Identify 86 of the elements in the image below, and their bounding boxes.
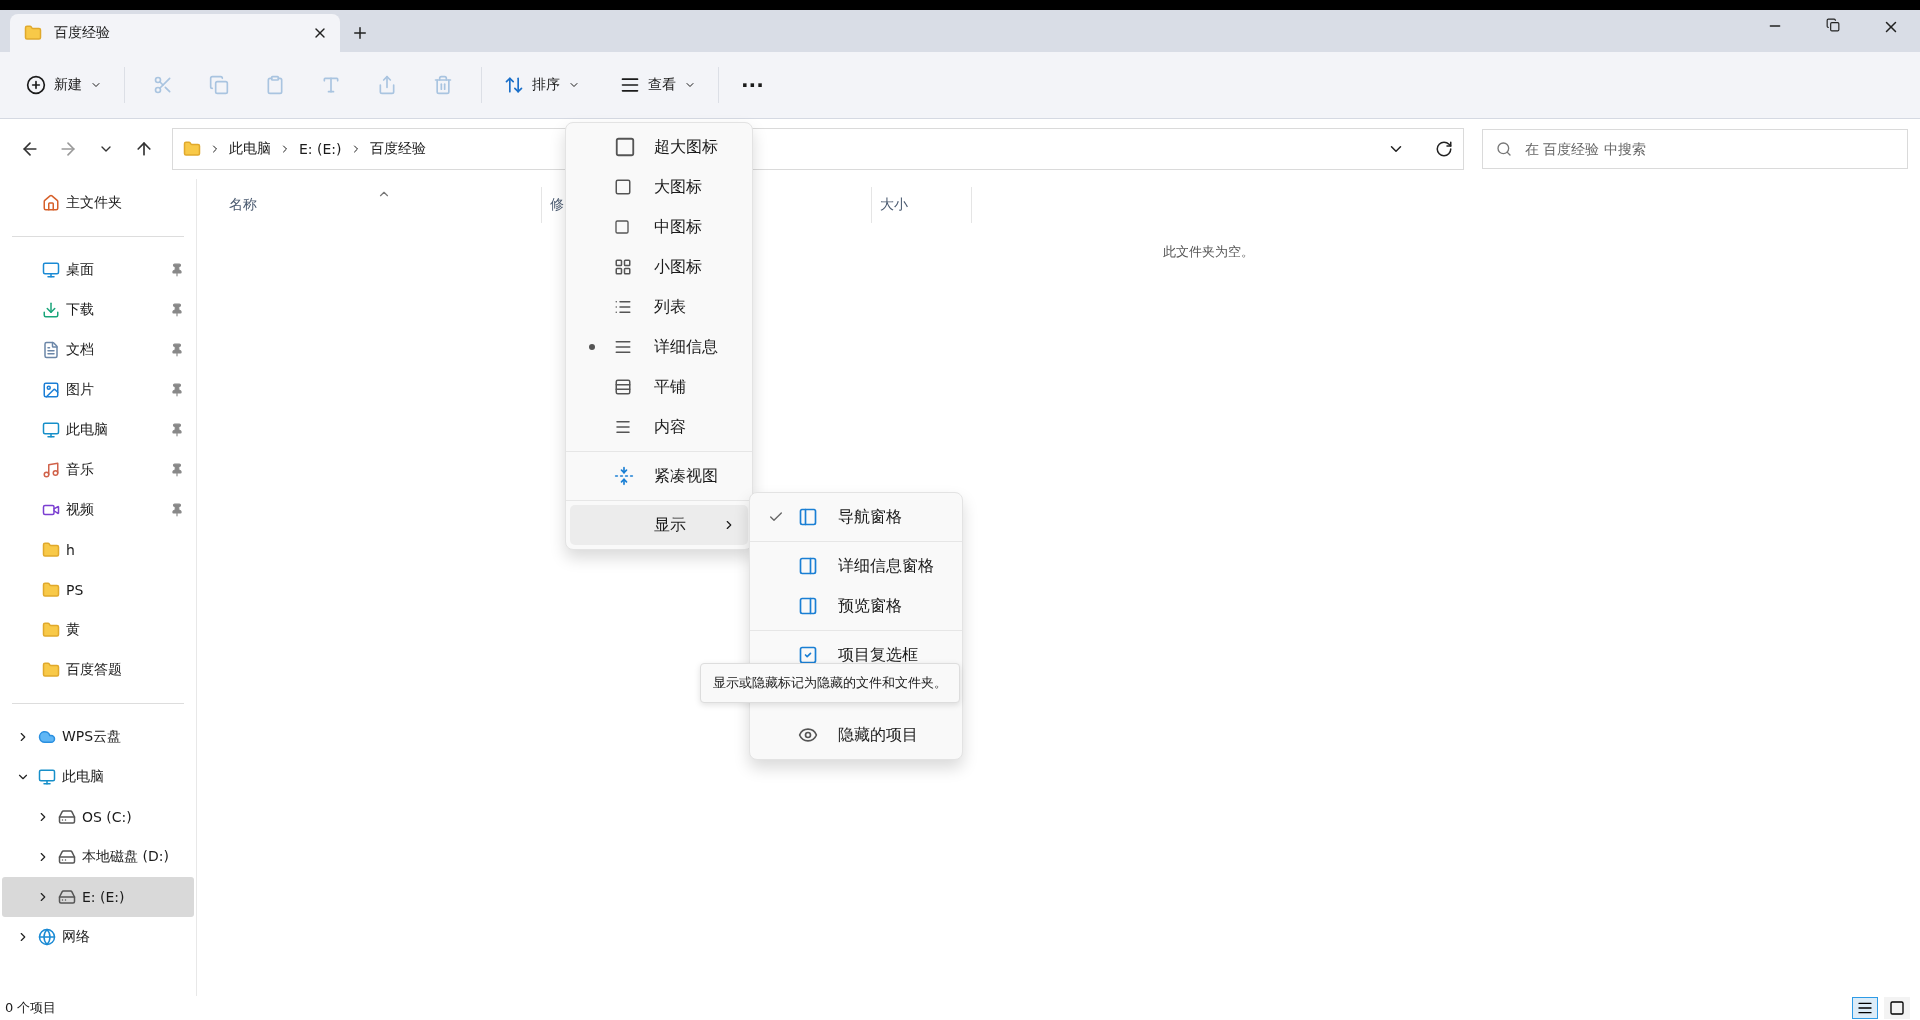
details-view-icon[interactable] (1852, 997, 1878, 1019)
desktop-icon (42, 261, 60, 279)
drive-icon (58, 888, 76, 906)
sort-button[interactable]: 排序 (494, 65, 590, 105)
view-icon (614, 418, 632, 436)
monitor-icon (38, 768, 56, 786)
menu-item[interactable]: 平铺 (570, 367, 748, 407)
tab[interactable]: 百度经验 (10, 14, 340, 52)
menu-item[interactable]: 紧凑视图 (570, 456, 748, 496)
sidebar-item[interactable]: OS (C:) (2, 797, 194, 837)
column-header[interactable]: 大小 (872, 187, 972, 223)
eye-icon (798, 725, 818, 745)
item-count: 0 个项目 (5, 999, 57, 1017)
menu-item[interactable]: 显示 (570, 505, 748, 545)
drive-icon (58, 848, 76, 866)
music-icon (42, 461, 60, 479)
sidebar-item[interactable]: PS (2, 570, 194, 610)
pane-icon (798, 507, 818, 527)
picture-icon (42, 381, 60, 399)
menu-item[interactable]: 列表 (570, 287, 748, 327)
view-icon (614, 178, 632, 196)
sidebar-item[interactable]: 网络 (2, 917, 194, 957)
menu-item[interactable]: 小图标 (570, 247, 748, 287)
sort-icon (504, 75, 524, 95)
folder-icon (42, 541, 60, 559)
tiles-view-icon[interactable] (1884, 997, 1910, 1019)
folder-icon (42, 661, 60, 679)
folder-icon (42, 621, 60, 639)
menu-item[interactable]: 超大图标 (570, 127, 748, 167)
view-icon (614, 298, 632, 316)
document-icon (42, 341, 60, 359)
home-icon (42, 194, 60, 212)
add-icon (26, 75, 46, 95)
tooltip: 显示或隐藏标记为隐藏的文件和文件夹。 (700, 663, 960, 703)
folder-icon (183, 140, 201, 158)
monitor-icon (42, 421, 60, 439)
search-icon (1496, 141, 1512, 157)
breadcrumb[interactable]: 此电脑 (229, 140, 271, 158)
view-icon (614, 378, 632, 396)
view-icon (614, 219, 630, 235)
refresh-icon[interactable] (1435, 140, 1453, 158)
checkbox-folder-icon (798, 645, 818, 665)
drive-icon (58, 808, 76, 826)
sidebar-item[interactable]: h (2, 530, 194, 570)
menu-item[interactable]: 大图标 (570, 167, 748, 207)
search-field[interactable]: 在 百度经验 中搜索 (1482, 129, 1908, 169)
lines-icon (620, 75, 640, 95)
network-icon (38, 928, 56, 946)
menu-item[interactable]: 预览窗格 (754, 586, 958, 626)
sidebar-item[interactable]: 百度答题 (2, 650, 194, 690)
sidebar-item[interactable]: 此电脑 (2, 757, 194, 797)
folder-icon (42, 581, 60, 599)
sidebar-item[interactable]: 文档 (2, 330, 194, 370)
download-icon (42, 301, 60, 319)
sidebar-item[interactable]: 此电脑 (2, 410, 194, 450)
sidebar-item[interactable]: 视频 (2, 490, 194, 530)
menu-item[interactable]: 隐藏的项目 (754, 715, 958, 755)
menu-item[interactable]: 中图标 (570, 207, 748, 247)
sidebar-item[interactable]: 主文件夹 (2, 183, 194, 223)
breadcrumb[interactable]: E: (E:) (299, 141, 342, 157)
sidebar-item[interactable]: 图片 (2, 370, 194, 410)
breadcrumb[interactable]: 百度经验 (369, 140, 426, 158)
menu-item[interactable]: 内容 (570, 407, 748, 447)
new-button[interactable]: 新建 (16, 65, 112, 105)
sidebar-item[interactable]: 桌面 (2, 250, 194, 290)
menu-item[interactable]: 详细信息 (570, 327, 748, 367)
view-icon (614, 136, 636, 158)
menu-item[interactable]: 详细信息窗格 (754, 546, 958, 586)
cloud-icon (38, 728, 56, 746)
view-button[interactable]: 查看 (610, 65, 706, 105)
column-header[interactable]: 名称 (197, 187, 542, 223)
sidebar-item[interactable]: WPS云盘 (2, 717, 194, 757)
menu-item[interactable]: 导航窗格 (754, 497, 958, 537)
more-button[interactable]: ··· (731, 65, 774, 105)
sidebar-item[interactable]: 本地磁盘 (D:) (2, 837, 194, 877)
sidebar-item[interactable]: 下载 (2, 290, 194, 330)
compact-icon (614, 466, 634, 486)
sidebar-item[interactable]: 黄 (2, 610, 194, 650)
view-icon (614, 258, 632, 276)
sidebar-item[interactable]: E: (E:) (2, 877, 194, 917)
pane-icon (798, 596, 818, 616)
folder-icon (24, 24, 42, 42)
view-icon (614, 338, 632, 356)
sidebar-item[interactable]: 音乐 (2, 450, 194, 490)
empty-message: 此文件夹为空。 (1163, 244, 1254, 259)
pane-icon (798, 556, 818, 576)
